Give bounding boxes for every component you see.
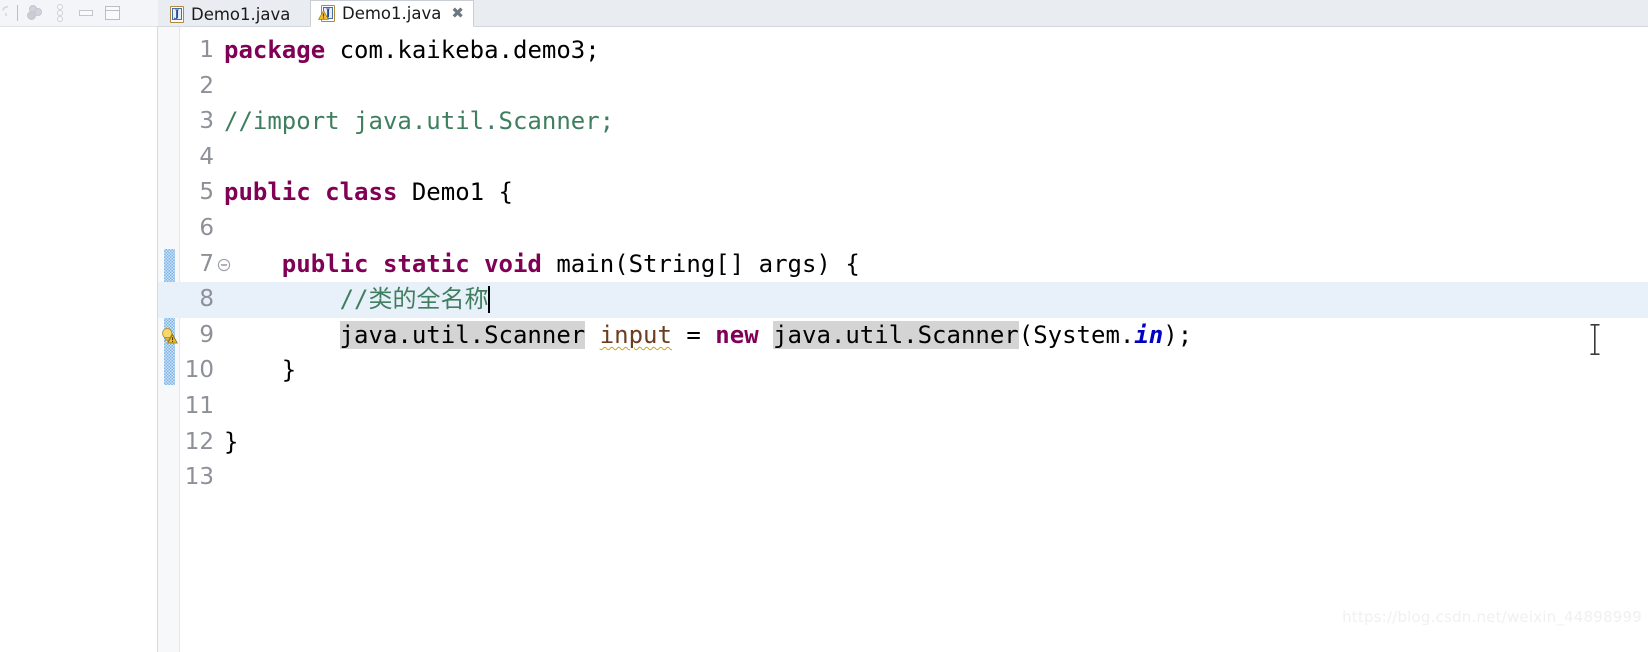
line-source[interactable]: //类的全名称 [224,282,490,318]
java-file-warning-icon: J [318,5,336,22]
code-token: input [599,320,672,349]
code-token: in [1134,320,1164,349]
code-line[interactable]: 11 [158,389,1648,425]
code-canvas[interactable]: 1 package com.kaikeba.demo3; 2 3 //import ja… [158,27,1648,652]
close-icon[interactable]: ✖ [451,6,464,21]
line-source[interactable]: } [224,425,238,461]
line-number: 11 [184,393,214,419]
view-menu-button[interactable] [47,1,73,25]
code-line[interactable]: 9 java.util.Scanner input = new java.uti… [158,318,1648,354]
java-source-editor[interactable]: 1 package com.kaikeba.demo3; 2 3 //import ja… [158,27,1648,652]
watermark-text: https://blog.csdn.net/weixin_44898999 [1342,608,1642,626]
java-file-icon: J [170,5,185,23]
line-source[interactable]: } [224,353,296,389]
code-line[interactable]: 13 [158,460,1648,496]
code-token: com.kaikeba.demo3; [325,36,600,64]
code-line[interactable]: 1 package com.kaikeba.demo3; [158,33,1648,69]
line-number: 3 [199,108,214,135]
maximize-button[interactable] [99,1,125,25]
warning-badge-icon [318,10,329,20]
minimize-button[interactable] [73,1,99,25]
code-token: Demo1 { [397,178,513,207]
line-number: 12 [184,428,214,455]
code-line[interactable]: 7 public static void main(String[] args)… [158,247,1648,283]
line-source[interactable]: package com.kaikeba.demo3; [224,33,600,69]
minimize-icon [79,8,93,19]
code-line[interactable]: 3 //import java.util.Scanner; [158,104,1648,140]
code-line[interactable]: 2 [158,69,1648,105]
line-number: 13 [184,464,214,491]
text-cursor-icon [1590,324,1600,355]
code-line[interactable]: 12} [158,425,1648,461]
eclipse-editor-window: J Demo1.java J Demo1.java ✖ 1 package co… [0,0,1648,652]
line-number: 1 [199,37,214,63]
linked-dots-icon [25,5,43,21]
code-token: java.util.Scanner [339,320,586,349]
editor-tab-bar: J Demo1.java J Demo1.java ✖ [158,0,1648,27]
code-token: public static void [281,249,542,278]
perspective-icon [2,6,9,16]
line-number: 7 [199,250,214,277]
code-line[interactable]: 4 [158,140,1648,176]
editor-tab-2-label: Demo1.java [342,4,442,23]
code-token: main(String[] args) { [541,249,860,278]
editor-tab-2[interactable]: J Demo1.java ✖ [310,0,474,27]
editor-tab-1-label: Demo1.java [191,4,291,24]
view-toolbar [0,0,158,27]
line-number: 8 [199,286,214,313]
code-token: public class [224,178,398,207]
code-token: } [224,427,239,456]
code-token: = [671,320,716,349]
code-line[interactable]: 5 public class Demo1 { [158,175,1648,211]
code-token: new [715,320,759,349]
code-token: } [224,356,297,385]
line-number: 6 [199,215,214,241]
editor-tab-1[interactable]: J Demo1.java [160,1,299,27]
line-number: 5 [199,179,214,206]
maximize-icon [104,6,120,20]
code-token: (System. [1018,320,1135,349]
line-number: 10 [184,357,214,384]
line-source[interactable]: java.util.Scanner input = new java.util.… [224,318,1192,354]
code-line[interactable]: 10 } [158,353,1648,389]
code-token: //类的全名称 [339,285,489,314]
code-token: //import java.util.Scanner; [224,107,615,136]
line-source[interactable]: //import java.util.Scanner; [224,104,614,140]
line-source[interactable]: public static void main(String[] args) { [224,247,860,283]
code-token: package [224,36,326,64]
line-number: 2 [199,72,214,99]
line-source[interactable]: public class Demo1 { [224,175,513,211]
text-caret [487,286,490,314]
toolbar-separator [17,5,18,21]
code-line[interactable]: 8 //类的全名称 [158,282,1648,318]
perspective-partial-icon[interactable] [0,1,14,25]
quickfix-warning-icon[interactable] [161,327,178,344]
line-number: 4 [199,143,214,170]
code-line[interactable]: 6 [158,211,1648,247]
link-with-editor-button[interactable] [21,1,47,25]
code-token: ); [1163,320,1193,349]
code-token: java.util.Scanner [773,320,1019,349]
vertical-dots-icon [55,4,65,22]
